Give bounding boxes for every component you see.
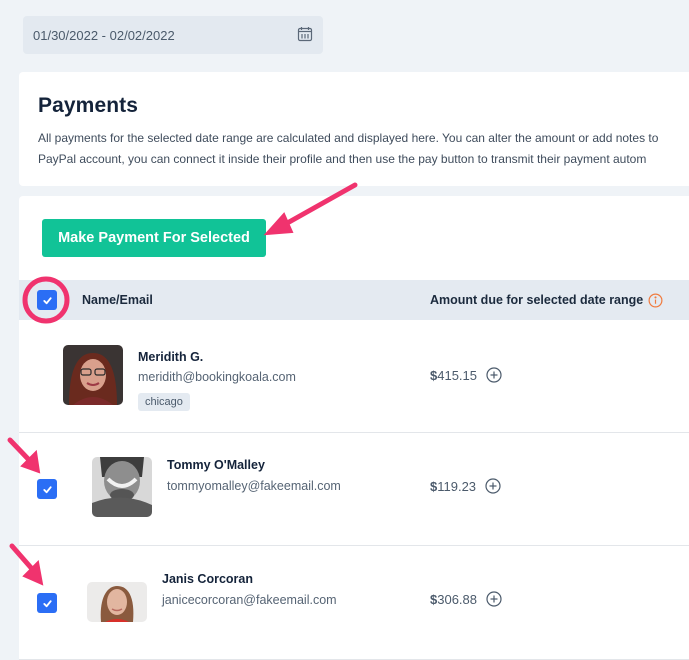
row-checkbox[interactable]: [37, 593, 57, 613]
info-icon[interactable]: [648, 293, 663, 308]
location-tag: chicago: [138, 393, 190, 411]
date-range-input[interactable]: 01/30/2022 - 02/02/2022: [23, 16, 323, 54]
add-note-plus-icon[interactable]: [485, 478, 501, 494]
payments-header-card: Payments All payments for the selected d…: [19, 72, 689, 186]
add-note-plus-icon[interactable]: [486, 591, 502, 607]
person-name[interactable]: Meridith G.: [138, 350, 203, 364]
person-email: meridith@bookingkoala.com: [138, 370, 296, 384]
person-email: janicecorcoran@fakeemail.com: [162, 593, 337, 607]
calendar-icon[interactable]: [297, 26, 313, 45]
select-all-checkbox[interactable]: [37, 290, 57, 310]
avatar: [87, 582, 147, 622]
amount-value: 119.23: [437, 478, 477, 494]
checkmark-icon: [42, 485, 52, 493]
person-name[interactable]: Tommy O'Malley: [167, 458, 265, 472]
date-range-value: 01/30/2022 - 02/02/2022: [33, 27, 175, 43]
checkmark-icon: [42, 599, 52, 607]
column-header-amount-due: Amount due for selected date range: [430, 293, 663, 308]
make-payment-for-selected-button[interactable]: Make Payment For Selected: [42, 219, 266, 257]
amount-due: $415.15: [430, 367, 502, 383]
table-row: Meridith G. meridith@bookingkoala.com ch…: [19, 320, 689, 433]
amount-due: $119.23: [430, 478, 501, 494]
column-header-amount-due-label: Amount due for selected date range: [430, 293, 644, 307]
amount-value: 415.15: [437, 367, 477, 383]
table-row: Janis Corcoran janicecorcoran@fakeemail.…: [19, 546, 689, 660]
payments-list-card: Make Payment For Selected Name/Email Amo…: [19, 196, 689, 660]
table-header: Name/Email Amount due for selected date …: [19, 280, 689, 320]
amount-due: $306.88: [430, 591, 502, 607]
person-name[interactable]: Janis Corcoran: [162, 572, 253, 586]
page-description: All payments for the selected date range…: [38, 128, 680, 170]
avatar: [92, 457, 152, 517]
page-description-line-2: PayPal account, you can connect it insid…: [38, 152, 647, 166]
avatar: [63, 345, 123, 405]
add-note-plus-icon[interactable]: [486, 367, 502, 383]
row-checkbox[interactable]: [37, 479, 57, 499]
column-header-name-email[interactable]: Name/Email: [82, 293, 153, 307]
checkmark-icon: [42, 296, 52, 304]
page-description-line-1: All payments for the selected date range…: [38, 131, 659, 145]
table-row: Tommy O'Malley tommyomalley@fakeemail.co…: [19, 433, 689, 546]
person-email: tommyomalley@fakeemail.com: [167, 479, 341, 493]
amount-value: 306.88: [437, 591, 477, 607]
page-title: Payments: [38, 94, 139, 117]
